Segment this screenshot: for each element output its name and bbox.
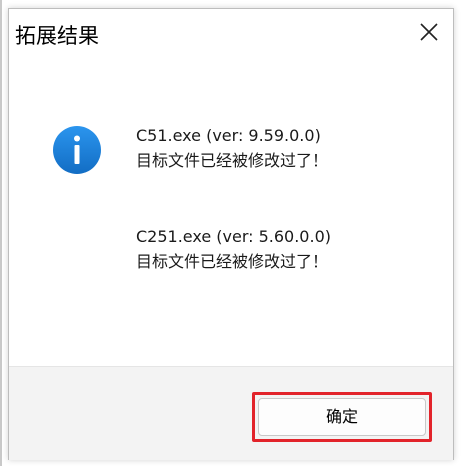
dialog-footer: 确定: [9, 366, 453, 460]
message-block-c51: C51.exe (ver: 9.59.0.0) 目标文件已经被修改过了！: [136, 123, 328, 173]
title-bar: 拓展结果: [9, 9, 453, 61]
message-line: 目标文件已经被修改过了！: [136, 151, 329, 170]
message-line: 目标文件已经被修改过了！: [136, 252, 329, 271]
result-dialog: 拓展结果 C51.exe (ver: 9.59.0.0) 目标文件已经被修改过了…: [8, 8, 454, 460]
info-icon: [53, 126, 101, 174]
message-block-c251: C251.exe (ver: 5.60.0.0) 目标文件已经被修改过了！: [136, 224, 331, 274]
message-line: C51.exe (ver: 9.59.0.0): [136, 126, 321, 145]
close-icon: [420, 23, 438, 41]
ok-button[interactable]: 确定: [258, 398, 426, 436]
dialog-title: 拓展结果: [15, 24, 99, 48]
dialog-content: C51.exe (ver: 9.59.0.0) 目标文件已经被修改过了！ C25…: [9, 61, 453, 366]
background-edge: [0, 0, 2, 466]
ok-button-highlight: 确定: [252, 392, 432, 442]
close-button[interactable]: [403, 9, 453, 57]
message-line: C251.exe (ver: 5.60.0.0): [136, 227, 331, 246]
